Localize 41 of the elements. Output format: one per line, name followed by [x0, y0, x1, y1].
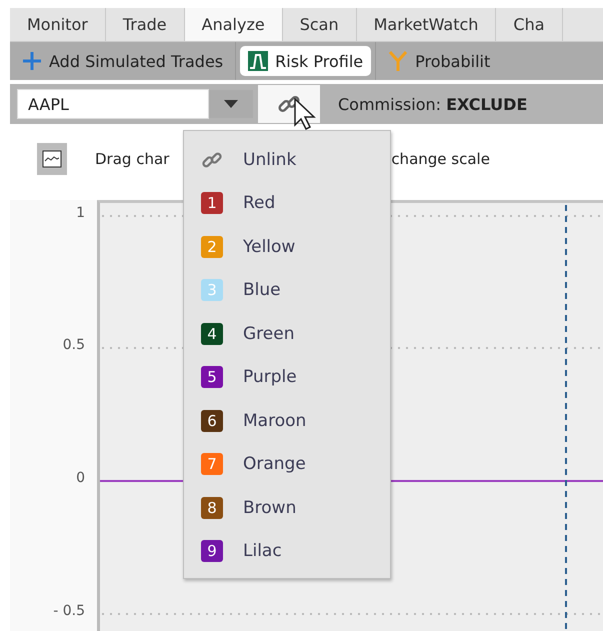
number-swatch: 3: [201, 279, 223, 302]
menu-item[interactable]: 6 Maroon: [184, 399, 390, 442]
caret-icon: [224, 100, 238, 108]
menu-item[interactable]: 2 Yellow: [184, 225, 390, 268]
number-swatch: 5: [201, 366, 223, 388]
tab[interactable]: Scan: [282, 8, 357, 41]
number-swatch: 9: [201, 540, 223, 562]
fork-icon: [388, 50, 408, 72]
hint-text: Drag char: [95, 150, 170, 168]
chart-icon: [248, 51, 268, 71]
hint-text: change scale: [391, 150, 490, 168]
number-swatch: 1: [201, 192, 223, 214]
chart-mode-button[interactable]: [37, 143, 67, 175]
symbol-field[interactable]: AAPL: [17, 89, 209, 119]
menu-item[interactable]: 5 Purple: [184, 356, 390, 399]
commission-setting[interactable]: Commission: EXCLUDE: [338, 94, 528, 114]
axis-label: 0: [76, 470, 85, 486]
tab[interactable]: MarketWatch: [356, 8, 496, 41]
dropdown-button[interactable]: [209, 90, 253, 118]
menu-item[interactable]: 3 Blue: [184, 268, 390, 312]
number-swatch: 7: [201, 453, 223, 476]
number-swatch: 4: [201, 322, 223, 345]
tab[interactable]: Analyze: [184, 8, 283, 41]
toolbar-button[interactable]: Risk Profile: [240, 46, 372, 76]
menu-item[interactable]: Unlink: [184, 138, 390, 182]
toolbar-button[interactable]: Add Simulated Trades: [14, 46, 232, 76]
plus-icon: [22, 51, 42, 71]
menu-item[interactable]: 1 Red: [184, 182, 390, 225]
axis-label: 1: [76, 205, 85, 221]
menu-item[interactable]: 9 Lilac: [184, 530, 390, 573]
axis-label: 0.5: [62, 337, 85, 353]
number-swatch: 6: [201, 410, 223, 432]
wave-icon: [42, 150, 62, 168]
menu-item[interactable]: 4 Green: [184, 312, 390, 356]
axis-label: - 0.5: [53, 603, 85, 619]
cursor-icon: [294, 98, 316, 130]
number-swatch: 2: [201, 236, 223, 258]
toolbar-button[interactable]: Probabilit: [380, 46, 498, 76]
number-swatch: 8: [201, 496, 223, 519]
menu-item[interactable]: 8 Brown: [184, 486, 390, 530]
menu-item[interactable]: 7 Orange: [184, 442, 390, 486]
